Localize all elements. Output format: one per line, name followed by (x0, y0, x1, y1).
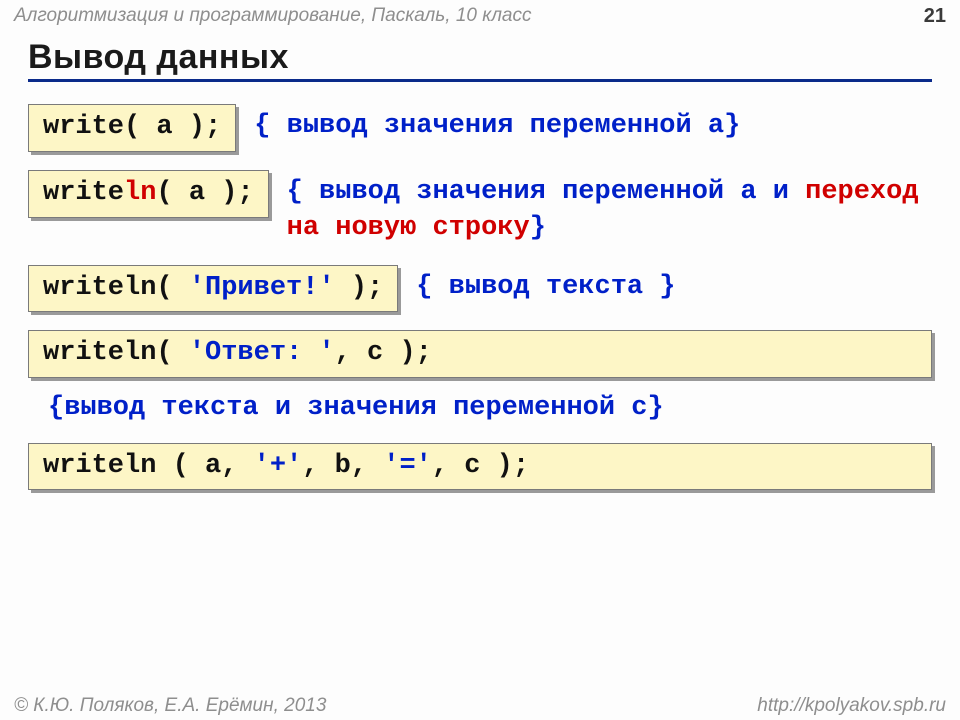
page-number: 21 (924, 5, 946, 32)
footer-url: http://kpolyakov.spb.ru (757, 695, 946, 717)
example-row: writeln( 'Привет!' ); { вывод текста } (28, 265, 932, 313)
copyright-text: © К.Ю. Поляков, Е.А. Ерёмин, 2013 (14, 695, 326, 717)
code-box: writeln( a ); (28, 170, 269, 218)
code-box: writeln ( a, '+', b, '=', c ); (28, 443, 932, 491)
subject-text: Алгоритмизация и программирование, Паска… (14, 5, 532, 32)
code-box: writeln( 'Привет!' ); (28, 265, 398, 313)
slide-title: Вывод данных (28, 38, 932, 82)
code-box: write( a ); (28, 104, 236, 152)
slide-content: Вывод данных write( a ); { вывод значения… (0, 32, 960, 500)
topbar: Алгоритмизация и программирование, Паска… (0, 0, 960, 32)
example-row: writeln( a ); { вывод значения переменной… (28, 170, 932, 247)
example-row: write( a ); { вывод значения переменной a… (28, 104, 932, 152)
footer: © К.Ю. Поляков, Е.А. Ерёмин, 2013 http:/… (0, 695, 960, 717)
code-comment: { вывод значения переменной a} (254, 104, 740, 144)
code-comment: { вывод значения переменной a и переход … (287, 170, 932, 247)
code-box: writeln( 'Ответ: ', c ); (28, 330, 932, 378)
rows-container: write( a ); { вывод значения переменной a… (28, 104, 932, 500)
code-comment: { вывод текста } (416, 265, 675, 305)
code-comment: {вывод текста и значения переменной c} (48, 386, 932, 426)
